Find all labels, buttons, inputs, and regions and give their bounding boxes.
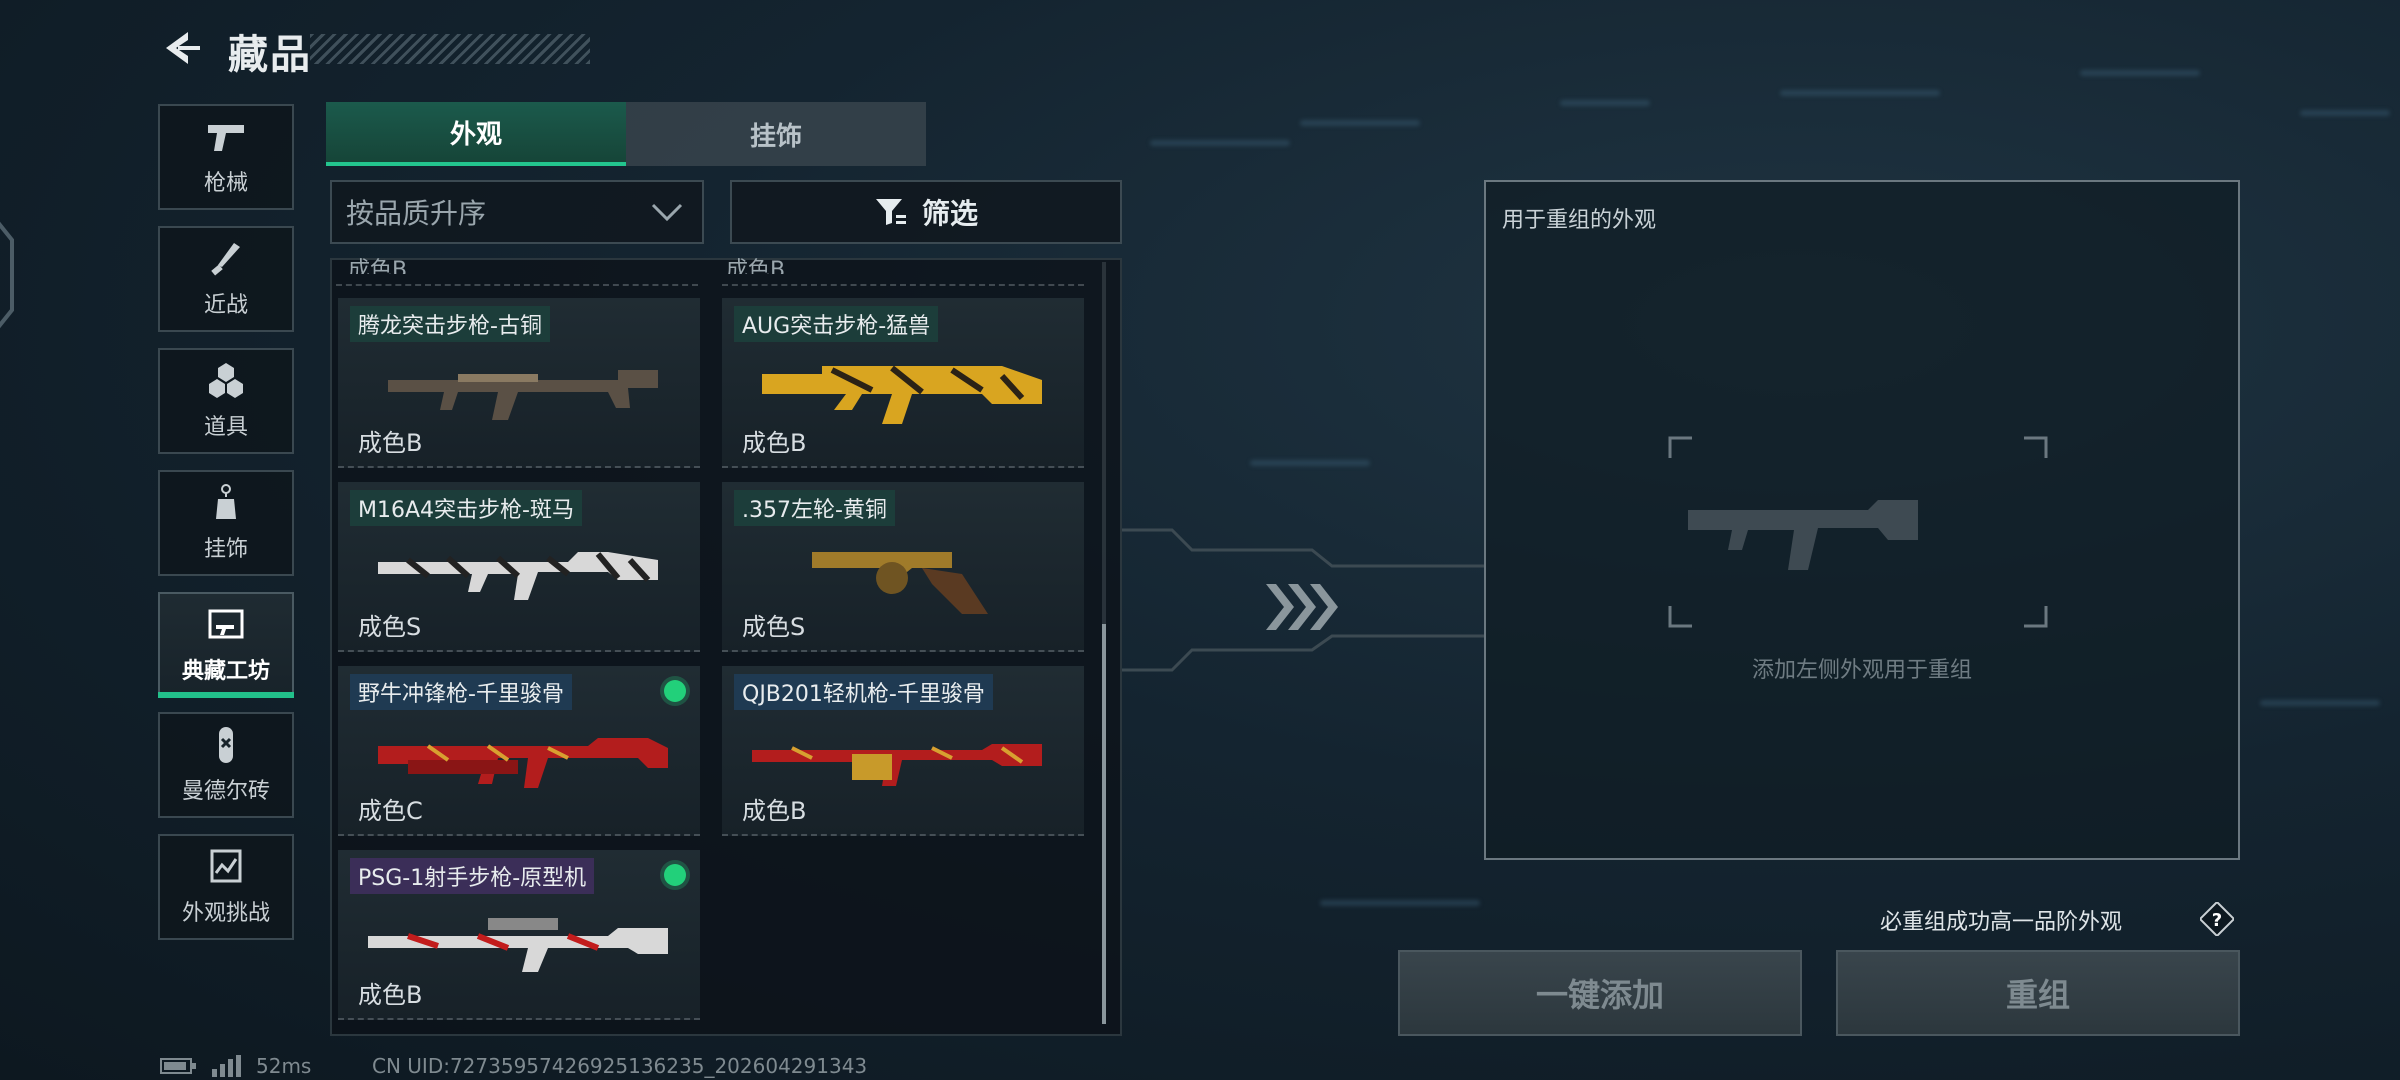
nav-label: 典藏工坊 <box>181 659 270 684</box>
nav-label: 枪械 <box>203 171 248 196</box>
new-indicator <box>664 864 686 886</box>
panel-title: 用于重组的外观 <box>1502 208 1657 233</box>
revolver-thumbnail <box>812 552 988 614</box>
challenge-icon <box>210 849 242 883</box>
battery-icon <box>160 1058 196 1074</box>
list-divider <box>722 466 1084 468</box>
filter-label: 筛选 <box>921 197 978 230</box>
help-icon[interactable]: ? <box>2200 902 2234 936</box>
recombine-button[interactable]: 重组 <box>1836 950 2240 1036</box>
item-grade: 成色B <box>358 429 423 457</box>
brick-icon <box>219 727 233 763</box>
page-title: 藏品 <box>228 32 312 78</box>
nav-item-items[interactable]: 道具 <box>158 348 294 454</box>
title-decoration <box>310 34 590 64</box>
nav-label: 曼德尔砖 <box>181 779 270 804</box>
smg-thumbnail <box>378 738 668 788</box>
charm-icon <box>216 484 236 519</box>
list-item[interactable]: M16A4突击步枪-斑马 成色S <box>338 482 700 652</box>
list-item[interactable]: PSG-1射手步枪-原型机 成色B <box>338 850 700 1020</box>
nav-label: 近战 <box>203 293 248 318</box>
filter-icon <box>875 199 906 225</box>
list-divider <box>336 284 698 286</box>
list-divider <box>722 284 1084 286</box>
list-item[interactable]: QJB201轻机枪-千里骏骨 成色B <box>722 666 1084 836</box>
new-indicator <box>664 680 686 702</box>
tab-appearance[interactable]: 外观 <box>326 102 626 166</box>
nav-label: 外观挑战 <box>181 901 270 926</box>
nav-label: 道具 <box>203 415 248 440</box>
lmg-thumbnail <box>752 744 1042 786</box>
uid-text: CN UID:72735957426925136235_202604291343 <box>372 1054 868 1078</box>
knife-icon <box>211 243 240 276</box>
item-name: QJB201轻机枪-千里骏骨 <box>734 674 993 710</box>
list-scrollbar-thumb[interactable] <box>1102 624 1106 1024</box>
item-name: 腾龙突击步枪-古铜 <box>350 306 550 342</box>
chevron-right-arrows-icon <box>1266 584 1338 630</box>
item-grade: 成色B <box>742 797 807 825</box>
list-divider <box>722 834 1084 836</box>
list-divider <box>338 650 700 652</box>
filter-button[interactable]: 筛选 <box>730 180 1122 244</box>
item-grade: 成色B <box>358 981 423 1009</box>
list-item[interactable]: 腾龙突击步枪-古铜 成色B <box>338 298 700 468</box>
panel-hint: 添加左侧外观用于重组 <box>1751 658 1972 683</box>
signal-icon <box>212 1055 241 1077</box>
sort-dropdown[interactable]: 按品质升序 <box>330 180 704 244</box>
rifle-placeholder-icon <box>1688 500 1918 570</box>
edge-decoration <box>0 221 14 329</box>
cut-grade-label: 成色B <box>348 258 408 274</box>
list-divider <box>338 1018 700 1020</box>
list-divider <box>722 650 1084 652</box>
svg-text:?: ? <box>2212 910 2222 931</box>
cut-grade-label: 成色B <box>726 258 786 274</box>
chevron-down-icon <box>651 203 683 222</box>
nav-item-melee[interactable]: 近战 <box>158 226 294 332</box>
item-name: AUG突击步枪-猛兽 <box>734 306 939 342</box>
sniper-thumbnail <box>368 918 668 972</box>
list-divider <box>338 834 700 836</box>
workshop-icon <box>208 609 244 639</box>
item-name: PSG-1射手步枪-原型机 <box>350 858 595 894</box>
status-bar: 52ms <box>160 1054 311 1078</box>
recombine-guarantee-note: 必重组成功高一品阶外观 <box>1880 910 2123 935</box>
list-item[interactable]: 野牛冲锋枪-千里骏骨 成色C <box>338 666 700 836</box>
rifle-thumbnail <box>762 365 1042 424</box>
grenade-icon <box>209 363 243 398</box>
tab-charms[interactable]: 挂饰 <box>626 102 926 166</box>
item-name: M16A4突击步枪-斑马 <box>350 490 582 526</box>
ping-value: 52ms <box>256 1054 312 1078</box>
item-grade: 成色S <box>358 613 422 641</box>
item-grade: 成色C <box>358 797 423 825</box>
list-item[interactable]: AUG突击步枪-猛兽 成色B <box>722 298 1084 468</box>
add-all-button[interactable]: 一键添加 <box>1398 950 1802 1036</box>
nav-item-firearms[interactable]: 枪械 <box>158 104 294 210</box>
item-name: .357左轮-黄铜 <box>734 490 895 526</box>
back-arrow-icon[interactable] <box>158 26 202 70</box>
item-grade: 成色S <box>742 613 806 641</box>
nav-item-charms[interactable]: 挂饰 <box>158 470 294 576</box>
category-tabs: 外观 挂饰 <box>326 102 926 166</box>
nav-label: 挂饰 <box>203 537 248 562</box>
item-name: 野牛冲锋枪-千里骏骨 <box>350 674 572 710</box>
rifle-thumbnail <box>388 370 658 420</box>
nav-item-mandel-brick[interactable]: 曼德尔砖 <box>158 712 294 818</box>
nav-item-workshop[interactable]: 典藏工坊 <box>158 592 294 698</box>
pistol-icon <box>208 125 244 151</box>
list-divider <box>338 466 700 468</box>
item-grade: 成色B <box>742 429 807 457</box>
sort-value: 按品质升序 <box>346 197 487 230</box>
rifle-thumbnail <box>378 552 658 600</box>
list-item[interactable]: .357左轮-黄铜 成色S <box>722 482 1084 652</box>
nav-item-appearance-challenge[interactable]: 外观挑战 <box>158 834 294 940</box>
